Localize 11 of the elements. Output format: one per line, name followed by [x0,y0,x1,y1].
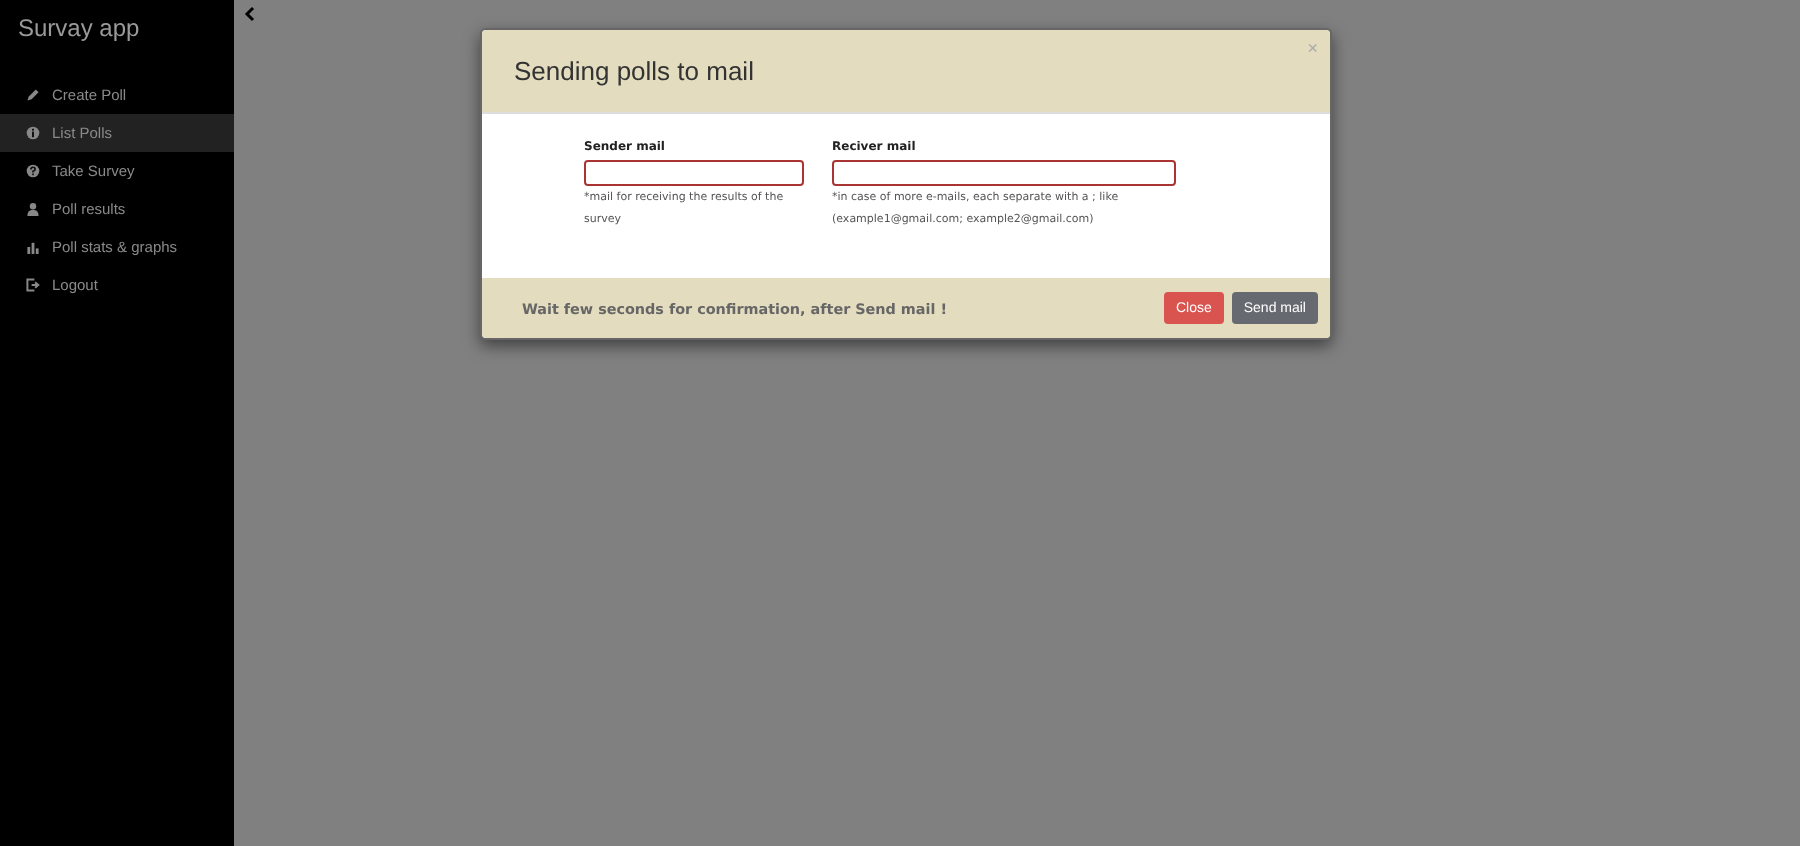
dialog-title: Sending polls to mail [514,56,754,86]
app-title: Survay app [16,14,142,46]
input-field[interactable] [832,160,1176,186]
pencil-icon [26,88,40,102]
question-icon [26,164,40,178]
chevron-left-icon[interactable] [244,6,256,22]
info-icon [26,126,40,140]
bar-chart-icon [26,240,40,254]
input-field[interactable] [584,160,804,186]
user-icon [26,202,40,216]
sign-out-icon [26,278,40,292]
